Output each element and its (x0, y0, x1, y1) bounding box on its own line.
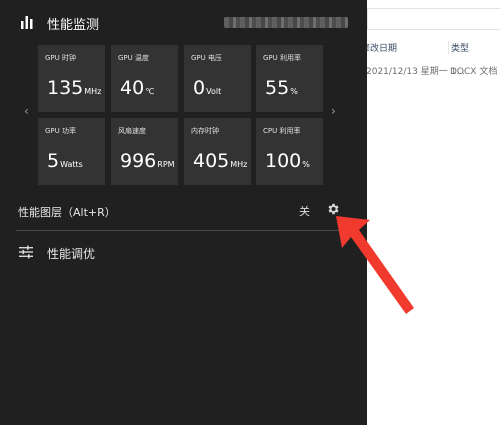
metric-value: 40℃ (120, 77, 155, 99)
metric-unit: % (302, 160, 310, 169)
metric-unit: ℃ (145, 87, 155, 96)
metric-unit: Volt (206, 87, 222, 96)
metric-unit: Watts (60, 160, 83, 169)
column-header-type[interactable]: 类型 (448, 41, 469, 54)
next-page-arrow[interactable]: › (331, 104, 336, 118)
file-row-type[interactable]: DOCX 文档 (450, 64, 497, 77)
metric-value: 55% (265, 77, 298, 99)
metric-tile-gpu-power[interactable]: GPU 功率 5Watts (38, 118, 105, 185)
metric-label: 风扇速度 (118, 127, 146, 135)
metric-tile-gpu-voltage[interactable]: GPU 电压 0Volt (184, 45, 251, 112)
metric-value: 135MHz (47, 77, 102, 99)
metric-label: CPU 利用率 (263, 127, 301, 135)
metric-label: GPU 利用率 (263, 54, 301, 62)
performance-overlay-label: 性能图层（Alt+R） (18, 206, 116, 219)
bar-chart-icon (21, 16, 33, 29)
metric-tile-gpu-temp[interactable]: GPU 温度 40℃ (111, 45, 178, 112)
prev-page-arrow[interactable]: ‹ (24, 104, 29, 118)
metric-tile-memory-clock[interactable]: 内存时钟 405MHz (184, 118, 251, 185)
metric-tile-gpu-clock[interactable]: GPU 时钟 135MHz (38, 45, 105, 112)
metric-unit: MHz (230, 160, 248, 169)
metric-tile-gpu-utilization[interactable]: GPU 利用率 55% (256, 45, 323, 112)
metric-value: 0Volt (193, 77, 222, 99)
section-divider (16, 230, 352, 231)
metric-value: 5Watts (47, 150, 83, 172)
metric-unit: MHz (84, 87, 102, 96)
red-annotation-arrow (336, 216, 414, 314)
explorer-address-bar[interactable] (367, 8, 500, 30)
metric-label: GPU 时钟 (45, 54, 76, 62)
sliders-icon (19, 245, 33, 259)
metric-value: 100% (265, 150, 310, 172)
metric-tile-cpu-utilization[interactable]: CPU 利用率 100% (256, 118, 323, 185)
metric-tile-fan-speed[interactable]: 风扇速度 996RPM (111, 118, 178, 185)
panel-header: 性能监测 (0, 0, 367, 44)
metric-label: GPU 电压 (191, 54, 222, 62)
performance-tuning-item[interactable]: 性能调优 (47, 245, 95, 262)
metric-unit: RPM (157, 160, 175, 169)
metric-value: 405MHz (193, 150, 248, 172)
performance-overlay-toggle[interactable]: 关 (299, 203, 310, 219)
metric-unit: % (290, 87, 298, 96)
panel-title: 性能监测 (47, 18, 100, 33)
metric-label: GPU 功率 (45, 127, 76, 135)
metric-label: GPU 温度 (118, 54, 149, 62)
redacted-device-info (224, 17, 348, 28)
performance-panel: 性能监测 ‹ › GPU 时钟 135MHz GPU 温度 40℃ GPU 电压… (0, 0, 367, 425)
metric-label: 内存时钟 (191, 127, 219, 135)
metric-value: 996RPM (120, 150, 175, 172)
